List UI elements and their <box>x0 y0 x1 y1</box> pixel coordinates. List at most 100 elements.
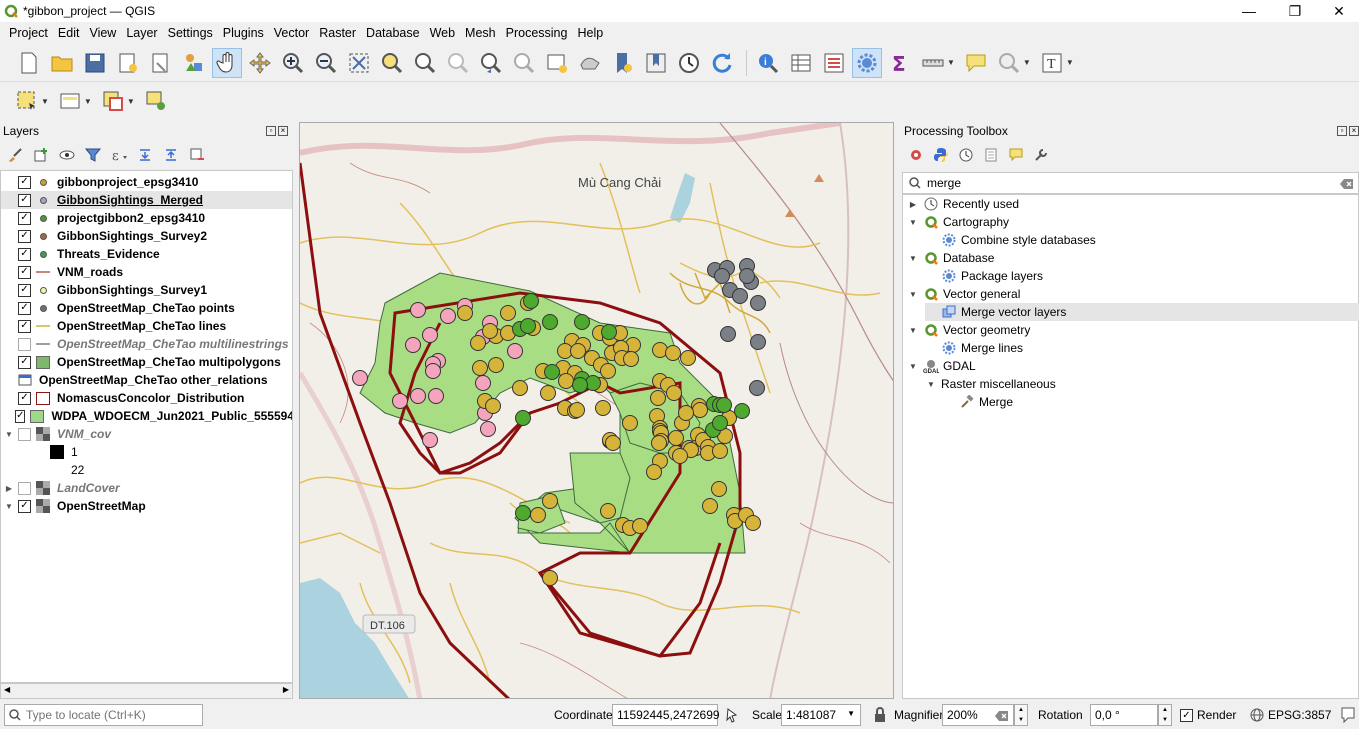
deselect-dropdown-arrow[interactable]: ▼ <box>127 97 135 106</box>
layer-visibility-checkbox[interactable] <box>18 481 31 495</box>
rotation-spinner[interactable]: ▲ ▼ <box>1158 704 1172 726</box>
zoom-out-button[interactable] <box>311 48 341 78</box>
layer-row[interactable]: ✓ NomascusConcolor_Distribution <box>1 389 292 407</box>
toolbox-search[interactable] <box>902 172 1359 194</box>
layer-visibility-checkbox[interactable]: ✓ <box>18 247 31 261</box>
layer-row[interactable]: 22 <box>1 461 292 479</box>
layer-row[interactable]: ✓ VNM_roads <box>1 263 292 281</box>
toolbox-item[interactable]: ▼ Vector general <box>907 285 1020 303</box>
zoom-in-button[interactable] <box>278 48 308 78</box>
layer-row[interactable]: ✓ gibbonproject_epsg3410 <box>1 173 292 191</box>
close-panel-icon[interactable]: × <box>278 126 288 136</box>
new-map-view-button[interactable] <box>542 48 572 78</box>
measure-dropdown-arrow[interactable]: ▼ <box>947 58 955 67</box>
pan-map-button[interactable] <box>212 47 242 78</box>
clear-magnifier-icon[interactable] <box>995 710 1009 722</box>
close-button[interactable]: ✕ <box>1316 0 1359 22</box>
messages-icon[interactable] <box>1340 706 1356 724</box>
scroll-right-arrow[interactable]: ▶ <box>283 685 289 694</box>
layer-visibility-checkbox[interactable]: ✓ <box>15 409 26 423</box>
layer-visibility-checkbox[interactable]: ✓ <box>18 175 31 189</box>
layer-row[interactable]: 1 <box>1 443 292 461</box>
select-features-button[interactable] <box>12 86 42 116</box>
collapse-arrow-icon[interactable]: ▼ <box>907 254 919 263</box>
toolbox-item[interactable]: ▼ Vector geometry <box>907 321 1030 339</box>
temporal-controller-button[interactable] <box>674 48 704 78</box>
save-project-button[interactable] <box>80 48 110 78</box>
locator-dropdown-arrow[interactable]: ▼ <box>1023 58 1031 67</box>
layer-visibility-checkbox[interactable]: ✓ <box>18 229 31 243</box>
map-tips-button[interactable] <box>961 48 991 78</box>
layer-visibility-checkbox[interactable]: ✓ <box>18 211 31 225</box>
layer-row[interactable]: OpenStreetMap_CheTao multilinestrings <box>1 335 292 353</box>
text-annotation-button[interactable]: T <box>1037 48 1067 78</box>
toolbox-item[interactable]: Merge vector layers <box>925 303 1359 321</box>
scroll-left-arrow[interactable]: ◀ <box>4 685 10 694</box>
select-by-value-button[interactable] <box>55 86 85 116</box>
menu-view[interactable]: View <box>84 26 121 40</box>
layer-visibility-checkbox[interactable]: ✓ <box>18 283 31 297</box>
layer-visibility-checkbox[interactable]: ✓ <box>18 391 31 405</box>
collapse-all-button[interactable] <box>160 144 182 166</box>
spin-up-icon[interactable]: ▲ <box>1162 707 1168 713</box>
toolbox-item[interactable]: ▶ Recently used <box>907 195 1019 213</box>
toolbox-search-input[interactable] <box>927 176 1307 190</box>
toolbox-item[interactable]: ▼ Cartography <box>907 213 1009 231</box>
new-project-button[interactable] <box>14 48 44 78</box>
expand-arrow-icon[interactable]: ▶ <box>4 484 14 493</box>
toolbox-item[interactable]: Package layers <box>925 267 1043 285</box>
filter-by-expression-button[interactable]: ε <box>108 144 130 166</box>
collapse-arrow-icon[interactable]: ▼ <box>4 430 14 439</box>
select-by-location-button[interactable] <box>141 86 171 116</box>
menu-processing[interactable]: Processing <box>501 26 573 40</box>
layer-row[interactable]: ▼ ✓ OpenStreetMap <box>1 497 292 515</box>
float-panel-icon[interactable]: ▫ <box>266 126 276 136</box>
close-panel-icon[interactable]: × <box>1349 126 1359 136</box>
zoom-last-button[interactable] <box>476 48 506 78</box>
layer-visibility-checkbox[interactable]: ✓ <box>18 193 31 207</box>
layer-row[interactable]: ✓ OpenStreetMap_CheTao points <box>1 299 292 317</box>
clear-search-icon[interactable] <box>1340 178 1354 190</box>
add-group-button[interactable] <box>30 144 52 166</box>
attribute-table-button[interactable] <box>786 48 816 78</box>
zoom-to-selection-button[interactable] <box>377 48 407 78</box>
scale-field[interactable]: 1:481087 ▼ <box>781 704 861 726</box>
menu-project[interactable]: Project <box>4 26 53 40</box>
results-viewer-button[interactable] <box>980 144 1002 166</box>
rotation-field[interactable]: 0,0 ° <box>1090 704 1158 726</box>
spin-down-icon[interactable]: ▼ <box>1018 717 1024 723</box>
layer-visibility-checkbox[interactable]: ✓ <box>18 265 31 279</box>
show-bookmarks-button[interactable] <box>641 48 671 78</box>
toolbox-item[interactable]: ▼ Raster miscellaneous <box>925 375 1056 393</box>
menu-mesh[interactable]: Mesh <box>460 26 501 40</box>
layer-row[interactable]: ✓ projectgibbon2_epsg3410 <box>1 209 292 227</box>
expand-arrow-icon[interactable]: ▶ <box>907 200 919 209</box>
refresh-button[interactable] <box>707 48 737 78</box>
minimize-button[interactable]: — <box>1226 0 1272 22</box>
menu-layer[interactable]: Layer <box>121 26 162 40</box>
pan-to-selection-button[interactable] <box>245 48 275 78</box>
magnifier-field[interactable]: 200% <box>942 704 1014 726</box>
select-value-dropdown-arrow[interactable]: ▼ <box>84 97 92 106</box>
edit-features-in-place-button[interactable] <box>1005 144 1027 166</box>
layer-row[interactable]: ✓ GibbonSightings_Merged <box>1 191 292 209</box>
map-svg[interactable]: DT.106 Mù Cang Chải <box>300 123 894 699</box>
zoom-native-button[interactable] <box>443 48 473 78</box>
lock-icon[interactable] <box>873 707 887 723</box>
toolbox-item[interactable]: Merge <box>943 393 1013 411</box>
manage-themes-button[interactable] <box>56 144 78 166</box>
new-3d-view-button[interactable] <box>575 48 605 78</box>
spin-down-icon[interactable]: ▼ <box>1162 717 1168 723</box>
locator-input[interactable] <box>26 708 196 722</box>
collapse-arrow-icon[interactable]: ▼ <box>907 326 919 335</box>
remove-layer-button[interactable] <box>186 144 208 166</box>
render-checkbox[interactable]: ✓ <box>1180 709 1193 722</box>
expand-all-button[interactable] <box>134 144 156 166</box>
layer-visibility-checkbox[interactable]: ✓ <box>18 319 31 333</box>
menu-web[interactable]: Web <box>425 26 460 40</box>
style-manager-button[interactable] <box>179 48 209 78</box>
layer-visibility-checkbox[interactable]: ✓ <box>18 499 31 513</box>
annotation-dropdown-arrow[interactable]: ▼ <box>1066 58 1074 67</box>
deselect-features-button[interactable] <box>98 86 128 116</box>
locator-button[interactable] <box>994 48 1024 78</box>
